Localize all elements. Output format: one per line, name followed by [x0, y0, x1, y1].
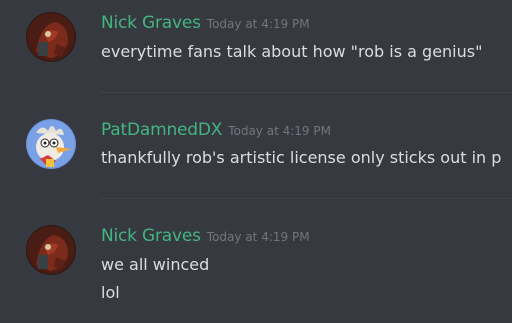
- username[interactable]: PatDamnedDX: [101, 120, 222, 140]
- message-text: lol: [101, 283, 120, 302]
- message-text: everytime fans talk about how "rob is a …: [101, 42, 483, 61]
- cartoon-bird-icon: [26, 119, 76, 169]
- message-group: PatDamnedDX Today at 4:19 PM thankfully r…: [0, 93, 512, 197]
- timestamp: Today at 4:19 PM: [206, 17, 310, 31]
- timestamp: Today at 4:19 PM: [206, 230, 310, 244]
- dark-red-creature-icon: [26, 12, 76, 62]
- username[interactable]: Nick Graves: [101, 13, 201, 33]
- message-group: Nick Graves Today at 4:19 PM everytime fa…: [0, 0, 512, 92]
- avatar[interactable]: [26, 12, 76, 62]
- dark-red-creature-icon: [26, 225, 76, 275]
- username[interactable]: Nick Graves: [101, 226, 201, 246]
- avatar[interactable]: [26, 119, 76, 169]
- message-group: Nick Graves Today at 4:19 PM we all wince…: [0, 199, 512, 323]
- avatar[interactable]: [26, 225, 76, 275]
- message-header: Nick Graves Today at 4:19 PM: [101, 13, 310, 33]
- message-header: PatDamnedDX Today at 4:19 PM: [101, 120, 331, 140]
- message-text: we all winced: [101, 255, 210, 274]
- chat-pane: Nick Graves Today at 4:19 PM everytime fa…: [0, 0, 512, 323]
- timestamp: Today at 4:19 PM: [228, 124, 331, 138]
- message-text: thankfully rob's artistic license only s…: [101, 148, 502, 167]
- message-header: Nick Graves Today at 4:19 PM: [101, 226, 310, 246]
